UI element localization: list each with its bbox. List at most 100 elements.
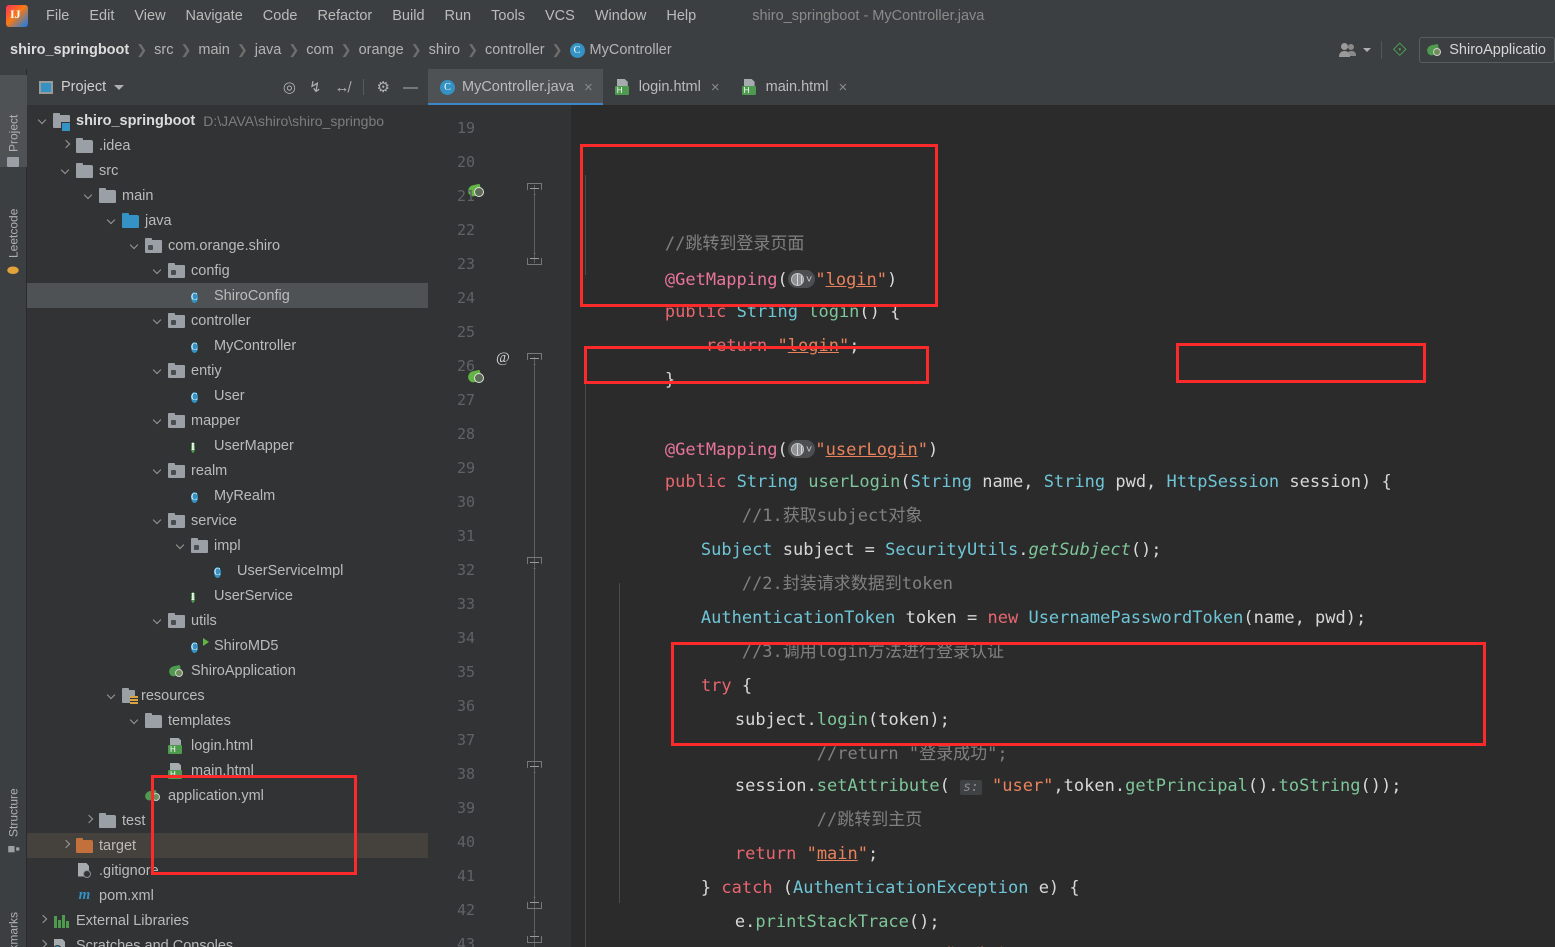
chevron-down-icon[interactable] xyxy=(152,514,165,527)
collapse-all-icon[interactable]: ↮ xyxy=(335,80,350,95)
tree-row[interactable]: C MyRealm xyxy=(27,483,428,508)
tree-row[interactable]: realm xyxy=(27,458,428,483)
tool-tab-structure[interactable]: ■▪ Structure xyxy=(0,759,27,856)
menu-view[interactable]: View xyxy=(124,5,175,27)
tree-row[interactable]: service xyxy=(27,508,428,533)
tree-row[interactable]: C User xyxy=(27,383,428,408)
expand-all-icon[interactable]: ↯ xyxy=(309,80,322,95)
chevron-down-icon[interactable] xyxy=(37,114,50,127)
chevron-right-icon[interactable] xyxy=(37,914,50,927)
tree-row[interactable]: shiro_springboot D:\JAVA\shiro\shiro_spri… xyxy=(27,108,428,133)
menu-tools[interactable]: Tools xyxy=(481,5,535,27)
breadcrumb-controller[interactable]: controller xyxy=(485,42,545,58)
tree-row[interactable]: C ShiroConfig xyxy=(27,283,428,308)
tool-tab-leetcode[interactable]: ⬬ Leetcode xyxy=(0,177,27,278)
editor-gutter[interactable]: @ 19 20 21 22 23 24 25 26 27 28 29 30 31… xyxy=(428,105,571,947)
menu-run[interactable]: Run xyxy=(435,5,482,27)
build-hammer-icon[interactable]: ⟐ xyxy=(1392,41,1407,60)
tree-row[interactable]: Hmain.html xyxy=(27,758,428,783)
tree-row[interactable]: config xyxy=(27,258,428,283)
chevron-down-icon[interactable] xyxy=(175,539,188,552)
tree-row[interactable]: java xyxy=(27,208,428,233)
tool-tab-bookmarks[interactable]: Bookmarks xyxy=(0,864,27,947)
menu-file[interactable]: File xyxy=(36,5,79,27)
tree-row[interactable]: main xyxy=(27,183,428,208)
tree-row[interactable]: ShiroApplication xyxy=(27,658,428,683)
close-icon[interactable]: × xyxy=(838,79,847,96)
tree-row[interactable]: .gitignore xyxy=(27,858,428,883)
chevron-down-icon[interactable] xyxy=(60,164,73,177)
chevron-down-icon[interactable] xyxy=(152,364,165,377)
tab-login-html[interactable]: H login.html × xyxy=(603,69,730,105)
project-tree[interactable]: shiro_springboot D:\JAVA\shiro\shiro_spri… xyxy=(27,105,428,947)
chevron-down-icon[interactable] xyxy=(152,614,165,627)
tree-row[interactable]: controller xyxy=(27,308,428,333)
tree-row[interactable]: utils xyxy=(27,608,428,633)
minimize-icon[interactable]: — xyxy=(403,80,418,95)
chevron-down-icon[interactable] xyxy=(1363,48,1372,52)
chevron-down-icon[interactable] xyxy=(106,214,119,227)
chevron-right-icon[interactable] xyxy=(37,939,50,947)
chevron-down-icon[interactable] xyxy=(129,239,142,252)
fold-marker-end[interactable] xyxy=(527,931,542,943)
tree-row[interactable]: test xyxy=(27,808,428,833)
tool-tab-project[interactable]: Project xyxy=(0,75,27,167)
tree-row[interactable]: External Libraries xyxy=(27,908,428,933)
tree-row[interactable]: application.yml xyxy=(27,783,428,808)
breadcrumb-com[interactable]: com xyxy=(306,42,333,58)
tree-row[interactable]: target xyxy=(27,833,428,858)
fold-marker-collapse[interactable] xyxy=(527,761,542,773)
chevron-down-icon[interactable] xyxy=(152,264,165,277)
menu-navigate[interactable]: Navigate xyxy=(176,5,253,27)
chevron-right-icon[interactable] xyxy=(83,814,96,827)
breadcrumb-project[interactable]: shiro_springboot xyxy=(10,42,129,58)
chevron-down-icon[interactable] xyxy=(114,84,125,90)
chevron-down-icon[interactable] xyxy=(83,189,96,202)
chevron-down-icon[interactable] xyxy=(152,464,165,477)
at-annotation-icon[interactable]: @ xyxy=(496,350,510,367)
tree-row[interactable]: I UserMapper xyxy=(27,433,428,458)
breadcrumb-main[interactable]: main xyxy=(198,42,229,58)
menu-edit[interactable]: Edit xyxy=(79,5,124,27)
breadcrumb-java[interactable]: java xyxy=(255,42,282,58)
close-icon[interactable]: × xyxy=(584,79,593,96)
fold-marker-collapse[interactable] xyxy=(527,353,542,365)
url-mapping-chip[interactable]: ˅ xyxy=(787,440,816,458)
fold-marker-end[interactable] xyxy=(527,897,542,909)
code-canvas[interactable]: @ 19 20 21 22 23 24 25 26 27 28 29 30 31… xyxy=(428,105,1555,947)
tree-row[interactable]: com.orange.shiro xyxy=(27,233,428,258)
menu-refactor[interactable]: Refactor xyxy=(307,5,382,27)
close-icon[interactable]: × xyxy=(711,79,720,96)
breadcrumb-src[interactable]: src xyxy=(154,42,173,58)
tree-row[interactable]: src xyxy=(27,158,428,183)
tree-row[interactable]: I UserService xyxy=(27,583,428,608)
chevron-down-icon[interactable] xyxy=(106,689,119,702)
tab-mycontroller-java[interactable]: C MyController.java × xyxy=(428,69,603,105)
breadcrumb-shiro[interactable]: shiro xyxy=(429,42,460,58)
tab-main-html[interactable]: H main.html × xyxy=(730,69,858,105)
tree-row[interactable]: C ShiroMD5 xyxy=(27,633,428,658)
tree-row[interactable]: .idea xyxy=(27,133,428,158)
menu-vcs[interactable]: VCS xyxy=(535,5,585,27)
run-configuration-selector[interactable]: ShiroApplicatio xyxy=(1419,37,1555,63)
breadcrumb-mycontroller[interactable]: MyController xyxy=(590,42,672,58)
chevron-down-icon[interactable] xyxy=(152,414,165,427)
menu-window[interactable]: Window xyxy=(585,5,657,27)
users-icon[interactable] xyxy=(1338,41,1358,59)
fold-marker-end[interactable] xyxy=(527,253,542,265)
tree-row[interactable]: Hlogin.html xyxy=(27,733,428,758)
source-code[interactable]: //跳转到登录页面 @GetMapping(˅ "login") public S… xyxy=(571,105,1555,947)
tree-row[interactable]: mapper xyxy=(27,408,428,433)
tree-row[interactable]: resources xyxy=(27,683,428,708)
menu-build[interactable]: Build xyxy=(382,5,434,27)
settings-gear-icon[interactable]: ⚙ xyxy=(377,80,390,95)
tree-row[interactable]: m pom.xml xyxy=(27,883,428,908)
chevron-down-icon[interactable] xyxy=(129,714,142,727)
chevron-right-icon[interactable] xyxy=(60,139,73,152)
menu-help[interactable]: Help xyxy=(656,5,706,27)
locate-icon[interactable]: ◎ xyxy=(283,80,296,95)
breadcrumb-orange[interactable]: orange xyxy=(359,42,404,58)
chevron-down-icon[interactable] xyxy=(152,314,165,327)
tree-row[interactable]: impl xyxy=(27,533,428,558)
tree-row[interactable]: Scratches and Consoles xyxy=(27,933,428,947)
